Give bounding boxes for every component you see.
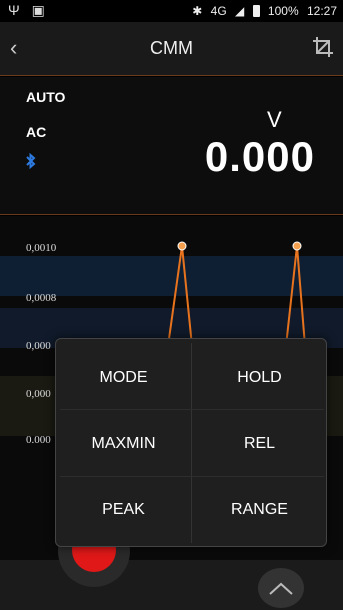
data-point — [292, 241, 302, 251]
unit-label: V — [267, 107, 282, 132]
status-left: Ψ ▣ — [8, 2, 53, 19]
menu-item-mode[interactable]: MODE — [56, 345, 191, 411]
status-bar: Ψ ▣ ✱ 4G ◢ 100% 12:27 — [0, 0, 343, 22]
usb-icon: Ψ — [8, 2, 20, 18]
bluetooth-status-icon: ✱ — [192, 4, 203, 18]
y-axis-label: 0,0010 — [26, 242, 57, 254]
expand-button[interactable] — [258, 568, 304, 608]
data-point — [177, 241, 187, 251]
menu-item-rel[interactable]: REL — [192, 411, 327, 477]
measurement-readout: AUTO AC V 0.000 — [0, 77, 343, 215]
menu-item-peak[interactable]: PEAK — [56, 477, 191, 543]
page-title: CMM — [150, 38, 193, 58]
ac-dc-label: AC — [26, 124, 47, 140]
mode-label: AUTO — [26, 89, 66, 105]
status-right: ✱ 4G ◢ 100% 12:27 — [187, 4, 337, 18]
menu-item-hold[interactable]: HOLD — [192, 345, 327, 411]
menu-item-maxmin[interactable]: MAXMIN — [56, 411, 191, 477]
waveform-line — [167, 245, 193, 347]
battery-label: 100% — [267, 4, 299, 18]
menu-item-range[interactable]: RANGE — [192, 477, 327, 543]
signal-icon: ◢ — [235, 4, 245, 18]
y-axis-label: 0.000 — [26, 434, 51, 446]
bluetooth-icon — [25, 152, 37, 173]
time-label: 12:27 — [306, 4, 337, 18]
y-axis-label: 0,000 — [26, 340, 51, 352]
chevron-up-icon — [269, 582, 293, 595]
function-menu: MODE HOLD MAXMIN REL PEAK RANGE — [55, 338, 327, 547]
waveform-line — [285, 245, 306, 347]
battery-icon — [252, 5, 260, 17]
y-axis-label: 0,000 — [26, 388, 51, 400]
y-axis-label: 0,0008 — [26, 292, 57, 304]
crop-icon[interactable] — [311, 35, 335, 59]
image-icon: ▣ — [31, 2, 45, 18]
measurement-value: 0.000 — [204, 133, 315, 180]
app-bar: ‹ CMM — [0, 22, 343, 76]
network-label: 4G — [210, 4, 227, 18]
